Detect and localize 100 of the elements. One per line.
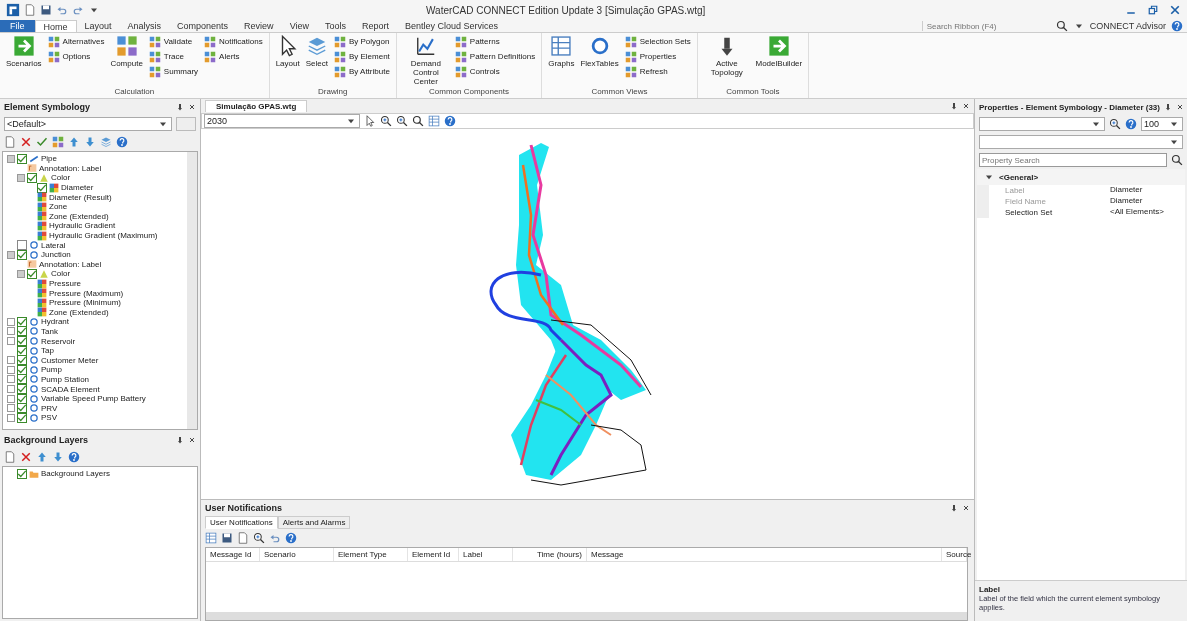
ribbon-tab[interactable]: Report [354,20,397,32]
ribbon-button[interactable]: Scenarios [6,35,42,86]
column-header[interactable]: Element Id [408,548,459,561]
ribbon-tab[interactable]: Analysis [119,20,170,32]
zoom-icon[interactable] [1109,118,1121,130]
close-icon[interactable] [1175,103,1184,111]
ribbon-tab[interactable]: Tools [317,20,354,32]
checkbox[interactable] [17,336,27,347]
advisor-button[interactable]: CONNECT Advisor [1089,21,1166,31]
table-icon[interactable] [205,532,217,544]
property-search-field[interactable]: Property Search [979,153,1167,167]
ribbon-tab[interactable]: Review [236,20,282,32]
collapse-toggle[interactable] [17,269,25,278]
ribbon-search-field[interactable]: Search Ribbon (F4) [921,21,1051,31]
tree-item[interactable]: Diameter [61,183,94,193]
close-icon[interactable] [188,436,196,444]
ribbon-button[interactable]: Graphs [548,35,575,86]
ribbon-button[interactable]: By Element [333,50,390,63]
tree-item[interactable]: Junction [41,250,71,260]
tree-item[interactable]: PSV [41,413,57,423]
tree-item[interactable]: Hydraulic Gradient (Maximum) [49,231,158,241]
scrollbar[interactable] [206,612,967,620]
tree-item[interactable]: Pressure [49,279,81,288]
expand-toggle[interactable] [7,327,15,336]
close-icon[interactable] [962,504,970,512]
column-header[interactable]: Message Id [206,548,260,561]
zoom-icon[interactable] [253,532,265,544]
checkbox[interactable] [27,173,37,183]
close-icon[interactable] [962,102,970,110]
ribbon-button[interactable]: Controls [454,65,536,78]
arrow-up-icon[interactable] [68,136,80,148]
column-header[interactable]: Element Type [334,548,408,561]
new-icon[interactable] [4,136,16,148]
checkbox[interactable] [27,268,37,279]
app-logo-icon[interactable] [6,3,20,17]
expand-toggle[interactable] [7,394,15,403]
ribbon-tab[interactable]: View [281,20,317,32]
file-menu-tab[interactable]: File [0,20,35,32]
search-icon[interactable] [1055,20,1068,32]
save-icon[interactable] [221,532,233,544]
help-icon[interactable] [116,136,128,148]
checkbox[interactable] [17,316,27,327]
expand-toggle[interactable] [7,356,15,365]
help-icon[interactable] [1125,118,1137,130]
column-header[interactable]: Message [587,548,942,561]
table-icon[interactable] [428,115,440,127]
ribbon-button[interactable]: Select [305,35,328,86]
tree-item[interactable]: Customer Meter [41,355,99,365]
help-icon[interactable] [285,532,297,544]
expand-toggle[interactable] [7,404,15,413]
pointer-icon[interactable] [364,115,376,127]
checkbox[interactable] [17,374,27,385]
checkbox[interactable] [17,249,27,260]
tree-item[interactable]: Tap [41,346,54,356]
tree-item[interactable]: Reservoir [41,336,76,346]
help-icon[interactable] [68,451,80,463]
ribbon-button[interactable]: Trace [148,50,199,63]
ribbon-button[interactable]: Validate [148,35,199,48]
ribbon-tab[interactable]: Home [34,20,77,32]
save-icon[interactable] [40,4,52,16]
expand-toggle[interactable] [7,375,15,384]
tree-item[interactable]: Variable Speed Pump Battery [41,394,146,404]
new-icon[interactable] [4,451,16,463]
tree-item[interactable]: Color [51,269,71,279]
checkbox[interactable] [17,412,27,423]
delete-icon[interactable] [20,451,32,463]
undo-icon[interactable] [56,4,68,16]
tree-item[interactable]: SCADA Element [41,384,100,394]
checkbox[interactable] [17,355,27,366]
checkbox[interactable] [17,393,27,404]
column-header[interactable]: Scenario [260,548,334,561]
ribbon-button[interactable]: Selection Sets [624,35,691,48]
undo-icon[interactable] [269,532,281,544]
tree-item[interactable]: Zone [49,202,68,212]
scenario-dropdown[interactable]: 2030 [204,114,360,128]
zoom-icon[interactable] [396,115,408,127]
ribbon-button[interactable]: ModelBuilder [755,35,802,86]
ribbon-button[interactable]: Alternatives [47,35,105,48]
ribbon-button[interactable]: Alerts [204,50,263,63]
tree-item[interactable]: Pressure (Minimum) [49,298,121,308]
delete-icon[interactable] [20,136,32,148]
definition-dropdown[interactable]: <Default> [4,117,172,131]
ribbon-button[interactable]: By Attribute [333,65,390,78]
ribbon-button[interactable]: Pattern Definitions [454,50,536,63]
checkbox[interactable] [17,326,27,337]
tree-item[interactable]: Zone (Extended) [49,211,109,221]
filter-dropdown[interactable] [979,135,1183,149]
document-tab[interactable]: Simulação GPAS.wtg [205,100,308,112]
help-icon[interactable] [444,115,456,127]
checkbox[interactable] [17,403,27,414]
panel-tab[interactable]: User Notifications [205,516,278,529]
search-icon[interactable] [412,115,424,127]
ribbon-button[interactable]: Layout [275,35,300,86]
tree-item[interactable]: Annotation: Label [39,163,102,173]
page-icon[interactable] [237,532,249,544]
checkbox[interactable] [17,153,27,164]
tree-item[interactable]: Pump Station [41,374,90,384]
checkbox[interactable] [17,364,27,375]
close-icon[interactable] [1169,4,1181,16]
ribbon-tab[interactable]: Layout [76,20,120,32]
